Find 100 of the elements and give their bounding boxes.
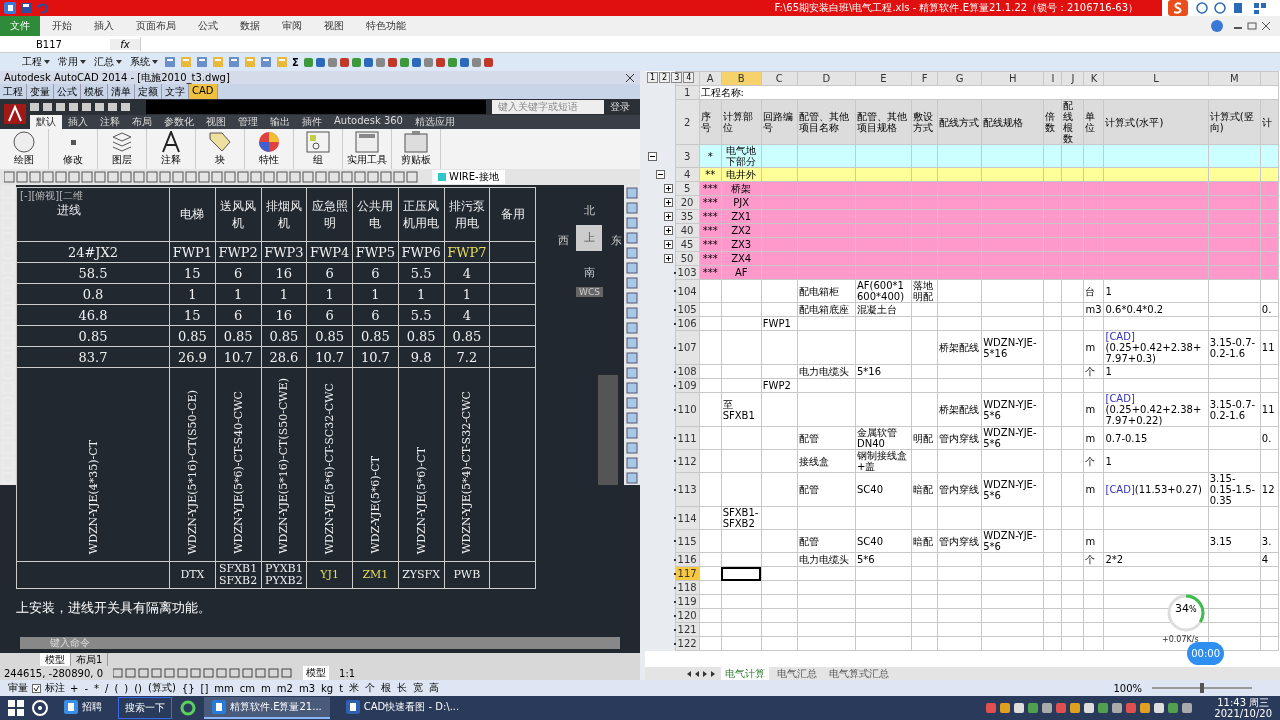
symbol-button[interactable]: 个 xyxy=(364,681,377,695)
row-header[interactable]: 2 xyxy=(675,99,700,145)
column-header[interactable]: J xyxy=(1061,71,1084,86)
ime-logo-icon[interactable] xyxy=(1168,0,1188,16)
column-header[interactable]: B xyxy=(721,71,762,86)
row-header[interactable]: 107 xyxy=(675,330,700,365)
column-header[interactable]: F xyxy=(911,71,938,86)
expand-button[interactable] xyxy=(664,254,673,263)
ribbon-tab[interactable]: 插入 xyxy=(84,16,124,36)
autocad-logo-icon[interactable] xyxy=(4,104,26,124)
column-header[interactable]: C xyxy=(761,71,798,86)
symbol-button[interactable]: {} xyxy=(180,682,196,694)
ribbon-tab[interactable]: 页面布局 xyxy=(126,16,186,36)
function-button[interactable]: fx xyxy=(110,38,140,50)
toolbar-menu[interactable]: 汇总 xyxy=(92,55,124,69)
symbol-button[interactable]: kg xyxy=(320,682,335,694)
ribbon-tab[interactable]: 审阅 xyxy=(272,16,312,36)
ribbon-button[interactable]: 剪贴板 xyxy=(392,129,441,169)
symbol-button[interactable]: 宽 xyxy=(412,681,425,695)
column-header[interactable]: L xyxy=(1104,71,1209,86)
expand-button[interactable] xyxy=(664,212,673,221)
checkbox-label[interactable]: 标注 xyxy=(45,681,65,695)
symbol-button[interactable]: cm xyxy=(238,682,257,694)
column-header[interactable]: H xyxy=(981,71,1044,86)
expand-button[interactable] xyxy=(664,184,673,193)
taskbar-item[interactable]: 招聘 xyxy=(56,697,110,719)
symbol-button[interactable]: 高 xyxy=(428,681,441,695)
login-button[interactable]: 登录 xyxy=(610,100,630,114)
symbol-button[interactable]: [] xyxy=(199,682,210,694)
toolbar-menu[interactable]: 系统 xyxy=(128,55,160,69)
symbol-button[interactable]: m xyxy=(260,682,272,694)
layer-dropdown[interactable]: WIRE-接地 xyxy=(432,170,505,184)
sheet-tab[interactable]: 电气算式汇总 xyxy=(825,666,893,681)
ribbon-tab[interactable]: 视图 xyxy=(314,16,354,36)
close-icon[interactable] xyxy=(626,73,634,82)
side-tools-icons[interactable] xyxy=(624,185,640,485)
sheet-tab[interactable]: 电气计算 xyxy=(721,666,769,681)
symbol-button[interactable]: * xyxy=(93,682,100,694)
expand-button[interactable] xyxy=(664,198,673,207)
ribbon-tab[interactable]: 数据 xyxy=(230,16,270,36)
app-logo-icon[interactable] xyxy=(4,2,16,14)
expand-button[interactable] xyxy=(664,226,673,235)
plugin-tab[interactable]: CAD xyxy=(189,84,218,99)
taskbar-item[interactable]: CAD快速看图 - D:\... xyxy=(337,697,468,719)
row-header[interactable]: 115 xyxy=(675,529,700,553)
audit-button[interactable]: 审量 xyxy=(8,681,28,695)
wcs-button[interactable]: WCS xyxy=(576,287,603,297)
row-header[interactable]: 112 xyxy=(675,449,700,473)
symbol-button[interactable]: - xyxy=(83,682,89,694)
ribbon-tab[interactable]: 公式 xyxy=(188,16,228,36)
viewport-label[interactable]: [-][俯视][二维 xyxy=(20,189,84,203)
symbol-button[interactable]: / xyxy=(104,682,110,694)
ribbon-button[interactable]: 实用工具 xyxy=(343,129,392,169)
name-box[interactable]: B117 xyxy=(36,38,110,50)
column-header[interactable]: E xyxy=(855,71,912,86)
ribbon-tab[interactable]: 精选应用 xyxy=(409,115,461,129)
model-button[interactable]: 模型 xyxy=(303,666,330,680)
taskbar-item[interactable]: 精算软件.E算量21... xyxy=(204,697,330,719)
checkbox[interactable] xyxy=(32,683,41,693)
ribbon-tab[interactable]: Autodesk 360 xyxy=(328,115,409,129)
symbol-button[interactable]: + xyxy=(69,682,80,694)
row-header[interactable]: 111 xyxy=(675,426,700,450)
symbol-button[interactable]: (算式) xyxy=(147,681,177,695)
search-button[interactable]: 搜索一下 xyxy=(118,697,172,719)
symbol-button[interactable]: 米 xyxy=(348,681,361,695)
column-header[interactable]: D xyxy=(797,71,856,86)
column-header[interactable]: G xyxy=(937,71,982,86)
ribbon-tab[interactable]: 插件 xyxy=(296,115,328,129)
ribbon-tab[interactable]: 注释 xyxy=(94,115,126,129)
row-header[interactable]: 114 xyxy=(675,506,700,530)
windows-start-icon[interactable] xyxy=(8,700,24,716)
toolbar-menu[interactable]: 常用 xyxy=(56,55,88,69)
row-header[interactable]: 110 xyxy=(675,392,700,427)
row-header[interactable]: 3 xyxy=(675,144,700,168)
ribbon-tab[interactable]: 参数化 xyxy=(158,115,200,129)
annotation-scale[interactable]: 1:1 xyxy=(339,667,356,679)
sum-button[interactable]: Σ xyxy=(292,56,299,68)
ribbon-tab[interactable]: 管理 xyxy=(232,115,264,129)
symbol-button[interactable]: ( xyxy=(113,682,120,694)
sheet-tab[interactable]: 电气汇总 xyxy=(773,666,821,681)
ribbon-tab[interactable]: 输出 xyxy=(264,115,296,129)
ribbon-tab[interactable]: 开始 xyxy=(42,16,82,36)
row-header[interactable]: 113 xyxy=(675,472,700,507)
status-toggle-icons[interactable] xyxy=(113,668,294,678)
toolbar-menu[interactable]: 工程 xyxy=(20,55,52,69)
column-header[interactable]: M xyxy=(1208,71,1261,86)
expand-button[interactable] xyxy=(664,240,673,249)
column-header[interactable]: K xyxy=(1083,71,1104,86)
zoom-slider-thumb[interactable] xyxy=(1200,683,1204,693)
file-menu[interactable]: 文件 xyxy=(0,16,40,36)
ribbon-tab[interactable]: 视图 xyxy=(200,115,232,129)
symbol-button[interactable]: 长 xyxy=(396,681,409,695)
symbol-button[interactable]: () xyxy=(133,682,143,694)
row-header[interactable]: 104 xyxy=(675,279,700,303)
collapse-button[interactable] xyxy=(656,170,665,179)
window-controls-icon[interactable] xyxy=(1232,21,1272,31)
ribbon-tab[interactable]: 布局 xyxy=(126,115,158,129)
symbol-button[interactable]: m2 xyxy=(275,682,294,694)
collapse-button[interactable] xyxy=(648,151,657,161)
symbol-button[interactable]: t xyxy=(338,682,345,694)
